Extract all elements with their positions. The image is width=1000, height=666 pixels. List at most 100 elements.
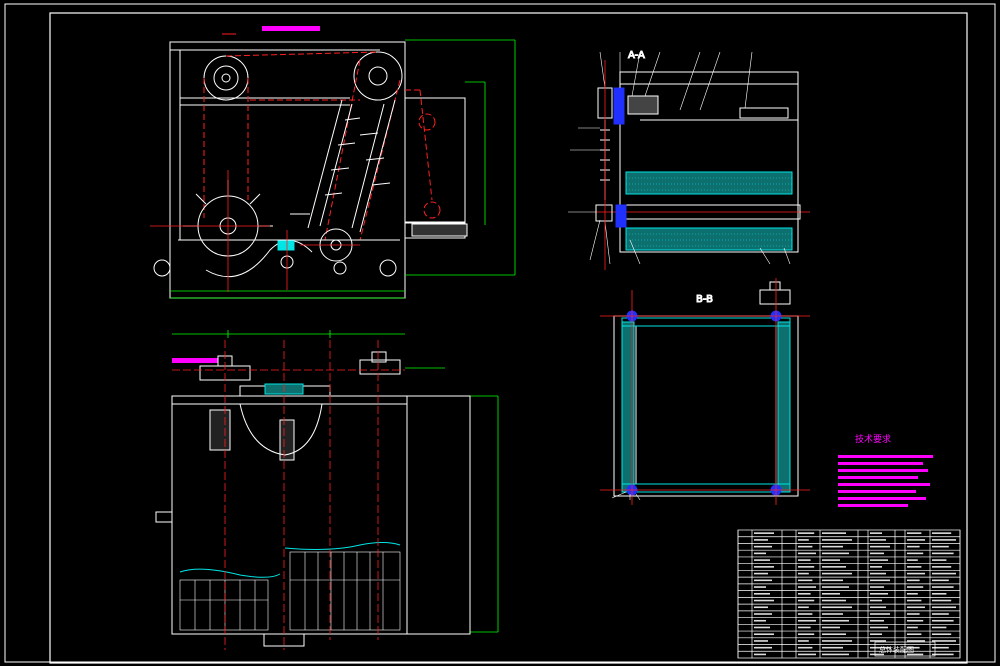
parts-list-cell-text xyxy=(798,653,816,656)
parts-list-cell-text xyxy=(822,552,849,555)
upper-roller xyxy=(625,171,793,195)
parts-list-cell-text xyxy=(870,552,884,555)
parts-list-cell-text xyxy=(822,626,840,629)
parts-list-cell-text xyxy=(798,619,816,622)
parts-list-cell-text xyxy=(754,539,768,541)
parts-list-cell-text xyxy=(754,579,772,582)
section-b-view: B-B xyxy=(600,278,810,505)
lower-roller xyxy=(625,227,793,251)
parts-list-cell-text xyxy=(907,539,925,541)
outer-border xyxy=(4,3,996,663)
parts-list-cell-text xyxy=(754,586,766,588)
parts-list-cell-text xyxy=(798,532,815,534)
parts-list-cell-text xyxy=(932,640,956,642)
parts-list-cell-text xyxy=(870,606,886,609)
parts-list-cell-text xyxy=(754,633,774,636)
parts-list-border xyxy=(737,529,961,659)
section-a-view: A-A xyxy=(568,50,810,270)
parts-list-cell-text xyxy=(822,532,846,534)
parts-list-cell-text xyxy=(822,559,840,561)
parts-list-cell-text xyxy=(754,613,772,615)
parts-list-cell-text xyxy=(798,599,815,602)
parts-list-cell-text xyxy=(907,579,920,582)
parts-list-cell-text xyxy=(754,545,772,548)
plan-view xyxy=(155,330,499,650)
parts-list-cell-text xyxy=(754,592,770,595)
parts-list-cell-text xyxy=(870,613,890,615)
parts-list-cell-text xyxy=(798,626,811,629)
drawing-canvas: A-A B-B 技术要求 总体装配图 xyxy=(0,0,1000,666)
parts-list-cell-text xyxy=(754,640,768,642)
parts-list-cell-text xyxy=(932,539,956,541)
parts-list-cell-text xyxy=(822,579,843,582)
parts-list-cell-text xyxy=(932,559,947,561)
cad-drawing: A-A B-B 技术要求 总体装配图 xyxy=(4,3,996,664)
parts-list-cell-text xyxy=(822,572,852,575)
parts-list xyxy=(737,529,961,659)
parts-list-cell-text xyxy=(870,626,888,629)
parts-list-cell-text xyxy=(798,545,813,548)
parts-list-cell-text xyxy=(822,545,843,548)
front-view xyxy=(150,26,516,299)
parts-list-cell-text xyxy=(754,646,772,649)
technical-requirements: 技术要求 xyxy=(838,433,933,507)
parts-list-cell-text xyxy=(754,552,766,555)
parts-list-cell-text xyxy=(798,606,809,609)
parts-list-cell-text xyxy=(870,586,884,588)
section-b-label: B-B xyxy=(696,294,713,305)
parts-list-cell-text xyxy=(798,633,815,636)
parts-list-cell-text xyxy=(932,545,949,548)
parts-list-cell-text xyxy=(822,633,846,636)
parts-list-cell-text xyxy=(932,646,949,649)
parts-list-cell-text xyxy=(798,646,813,649)
parts-list-cell-text xyxy=(932,579,949,582)
parts-list-cell-text xyxy=(907,586,924,588)
parts-list-cell-text xyxy=(870,640,886,642)
parts-list-cell-text xyxy=(932,606,956,609)
parts-list-cell-text xyxy=(798,539,809,541)
parts-list-cell-text xyxy=(932,613,949,615)
parts-list-cell-text xyxy=(754,626,770,629)
parts-list-cell-text xyxy=(932,619,954,622)
parts-list-cell-text xyxy=(907,552,924,555)
parts-list-cell-text xyxy=(798,613,813,615)
inner-border xyxy=(49,12,968,664)
parts-list-cell-text xyxy=(870,566,882,568)
parts-list-cell-text xyxy=(932,633,952,636)
parts-list-cell-text xyxy=(907,606,925,609)
parts-list-cell-text xyxy=(870,579,890,582)
parts-list-cell-text xyxy=(932,572,956,575)
section-b-frame xyxy=(613,315,799,497)
parts-list-cell-text xyxy=(822,619,849,622)
parts-list-cell-text xyxy=(798,566,815,568)
parts-list-cell-text xyxy=(754,566,774,568)
title-block-name: 总体装配图 xyxy=(879,645,914,654)
parts-list-cell-text xyxy=(822,653,849,656)
parts-list-cell-text xyxy=(932,532,952,534)
parts-list-cell-text xyxy=(822,646,843,649)
parts-list-cell-text xyxy=(907,566,922,568)
parts-list-cell-text xyxy=(754,606,768,609)
section-a-label: A-A xyxy=(628,50,645,61)
parts-list-cell-text xyxy=(907,572,925,575)
parts-list-cell-text xyxy=(907,559,918,561)
parts-list-cell-text xyxy=(870,592,888,595)
parts-list-cell-text xyxy=(798,559,811,561)
parts-list-cell-text xyxy=(932,626,947,629)
parts-list-cell-text xyxy=(907,619,924,622)
parts-list-cell-text xyxy=(870,532,882,534)
parts-list-cell-text xyxy=(822,586,849,588)
parts-list-cell-text xyxy=(907,592,918,595)
parts-list-cell-text xyxy=(907,599,922,602)
parts-list-cell-text xyxy=(822,613,843,615)
parts-list-cell-text xyxy=(870,572,886,575)
parts-list-cell-text xyxy=(932,599,952,602)
parts-list-cell-text xyxy=(822,539,852,541)
tech-req-title: 技术要求 xyxy=(855,433,891,445)
parts-list-cell-text xyxy=(798,579,813,582)
parts-list-cell-text xyxy=(822,640,852,642)
parts-list-cell-text xyxy=(932,566,952,568)
parts-list-cell-text xyxy=(870,599,882,602)
parts-list-cell-text xyxy=(907,633,922,636)
parts-list-cell-text xyxy=(907,532,922,534)
